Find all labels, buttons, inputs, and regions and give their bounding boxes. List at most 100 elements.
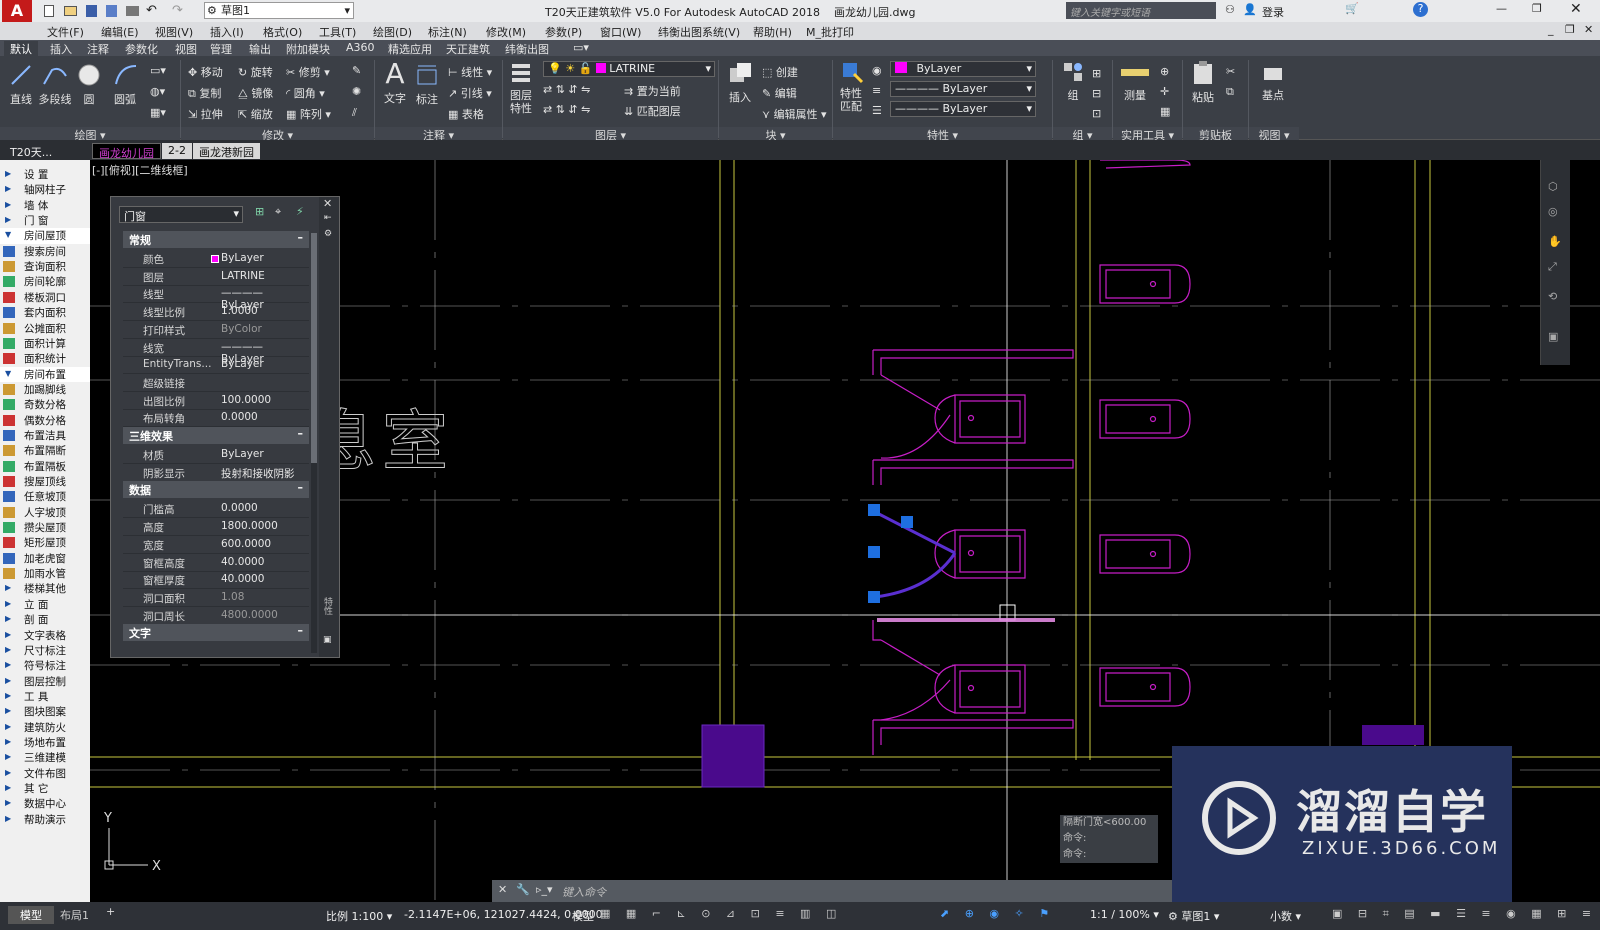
tab-output[interactable]: 输出 — [249, 41, 271, 57]
tab-view[interactable]: 视图 — [175, 41, 197, 57]
create-block-button[interactable]: ⬚ 创建 — [762, 64, 798, 80]
property-row[interactable]: 线型比例 1.0000 — [123, 303, 309, 322]
showmotion-icon[interactable]: ▣ — [1548, 330, 1558, 343]
zoom-icon[interactable]: ⤢ — [1548, 260, 1557, 274]
close-icon[interactable]: ✕ — [498, 883, 507, 896]
status-tools[interactable]: ▣ ⊟ ⌗ ▤ ▬ ☰ ≡ ◉ ▦ ⊞ ≡ — [1332, 907, 1597, 921]
scroll-thumb[interactable] — [311, 233, 317, 463]
grip-handle[interactable] — [901, 516, 913, 528]
screen-menu-item[interactable]: 布置洁具 — [0, 428, 90, 444]
line-button[interactable]: 直线 — [8, 62, 34, 107]
screen-menu-item[interactable]: 布置隔断 — [0, 443, 90, 459]
explode-icon[interactable]: ✺ — [352, 85, 361, 98]
palette-menu-icon[interactable]: ▣ — [323, 635, 332, 645]
view-cube-icon[interactable]: ⬡ — [1548, 180, 1558, 193]
save-icon[interactable] — [86, 5, 97, 17]
screen-menu-item[interactable]: ▼ 房间布置 — [0, 366, 90, 383]
polyline-button[interactable]: 多段线 — [38, 62, 72, 107]
color-dropdown[interactable]: ByLayer ▾ — [890, 61, 1036, 77]
undo-icon[interactable]: ↶ — [146, 3, 157, 18]
group-title-view[interactable]: 视图 ▾ — [1249, 127, 1299, 142]
toggle-pickadd-icon[interactable]: ⊞ — [255, 205, 264, 218]
text-button[interactable]: A 文字 — [382, 58, 408, 106]
property-value[interactable]: ByLayer — [221, 358, 264, 370]
tab-featured[interactable]: 精选应用 — [388, 41, 432, 57]
group-title-group[interactable]: 组 ▾ — [1053, 127, 1112, 142]
property-row[interactable]: EntityTrans... ByLayer — [123, 356, 309, 375]
circle-button[interactable]: 圆 — [76, 62, 102, 107]
property-row[interactable]: 宽度 600.0000 — [123, 536, 309, 554]
model-space-toggle[interactable]: 模型 — [572, 908, 594, 924]
cut-copy-icon[interactable]: ✂ ⧉ — [1226, 62, 1235, 102]
screen-menu-item[interactable]: ▶ 门 窗 — [0, 213, 90, 229]
property-row[interactable]: 门槛高 0.0000 — [123, 500, 309, 519]
tab-default[interactable]: 默认 — [4, 41, 38, 57]
menu-item[interactable]: 修改(M) — [486, 24, 526, 40]
scale-selector[interactable]: 比例 1:100 ▾ — [326, 908, 392, 924]
screen-menu-item[interactable]: ▶ 符号标注 — [0, 658, 90, 674]
screen-menu-item[interactable]: ▶ 其 它 — [0, 781, 90, 797]
property-value[interactable]: 40.0000 — [221, 556, 264, 568]
workspace-selector[interactable]: ⚙ 草图1 ▾ — [204, 2, 354, 19]
dimension-button[interactable]: 标注 — [414, 62, 440, 107]
screen-menu-item[interactable]: ▶ 场地布置 — [0, 735, 90, 751]
screen-menu-item[interactable]: ▶ 图块图案 — [0, 704, 90, 720]
paste-button[interactable]: 粘贴 — [1190, 60, 1216, 105]
screen-menu-item[interactable]: 加雨水管 — [0, 566, 90, 582]
screen-menu-item[interactable]: 搜屋顶线 — [0, 474, 90, 490]
screen-menu-item[interactable]: 加踢脚线 — [0, 382, 90, 398]
group-title-clipboard[interactable]: 剪贴板 — [1183, 127, 1248, 142]
group-title-utilities[interactable]: 实用工具 ▾ — [1113, 127, 1182, 142]
menu-item[interactable]: 绘图(D) — [373, 24, 412, 40]
screen-menu-item[interactable]: ▶ 立 面 — [0, 597, 90, 613]
help-icon[interactable]: ? — [1413, 2, 1428, 17]
units-selector[interactable]: 小数 ▾ — [1270, 908, 1301, 924]
layer-tools2-icon[interactable]: ⇄ ⇅ ⇵ ⇋ — [543, 103, 590, 116]
screen-menu-item[interactable]: 面积统计 — [0, 351, 90, 367]
menu-item[interactable]: 文件(F) — [47, 24, 84, 40]
doc-tab[interactable]: 画龙港新园 — [193, 143, 260, 159]
screen-menu-item[interactable]: 搜索房间 — [0, 244, 90, 260]
screen-menu-item[interactable]: 面积计算 — [0, 336, 90, 352]
tab-parametric[interactable]: 参数化 — [125, 41, 158, 57]
command-line[interactable]: ✕ 🔧 ▹_▾ 键入命令 — [492, 880, 1172, 902]
property-row[interactable]: 洞口面积 1.08 — [123, 589, 309, 607]
menu-item[interactable]: 工具(T) — [319, 24, 356, 40]
screen-menu-item[interactable]: 偶数分格 — [0, 413, 90, 429]
ribbon-toggle-icon[interactable]: ▭▾ — [573, 41, 589, 54]
property-row[interactable]: 布局转角 0.0000 — [123, 409, 309, 428]
group-title-draw[interactable]: 绘图 ▾ — [0, 127, 180, 142]
leader-button[interactable]: ↗ 引线 ▾ — [448, 85, 492, 101]
group-title-modify[interactable]: 修改 ▾ — [181, 127, 374, 142]
property-row[interactable]: 线型 ———— ByLayer — [123, 285, 309, 311]
pan-icon[interactable]: ✋ — [1548, 235, 1562, 248]
doc-restore-button[interactable]: ❐ — [1565, 23, 1575, 36]
erase-icon[interactable]: ✎ — [352, 64, 361, 77]
menu-item[interactable]: 编辑(E) — [101, 24, 139, 40]
quick-select-icon[interactable]: ⚡ — [296, 205, 304, 218]
wrench-icon[interactable]: 🔧 — [516, 883, 530, 896]
doc-tab[interactable]: 2-2 — [162, 143, 192, 159]
close-icon[interactable]: ✕ — [323, 197, 332, 210]
group-title-layer[interactable]: 图层 ▾ — [503, 127, 718, 142]
property-value[interactable]: 600.0000 — [221, 538, 271, 550]
screen-menu-item[interactable]: ▶ 图层控制 — [0, 674, 90, 690]
grip-handle[interactable] — [868, 546, 880, 558]
select-objects-icon[interactable]: ⌖ — [275, 205, 281, 219]
menu-item[interactable]: 帮助(H) — [753, 24, 792, 40]
property-value[interactable]: 100.0000 — [221, 394, 271, 406]
annotation-scale[interactable]: 1:1 / 100% ▾ — [1090, 908, 1159, 921]
screen-menu-item[interactable]: ▶ 剖 面 — [0, 612, 90, 628]
layout-tab[interactable]: 布局1 — [60, 907, 89, 923]
login-link[interactable]: 登录 — [1262, 4, 1284, 20]
property-row[interactable]: 超级链接 — [123, 374, 309, 392]
group-title-block[interactable]: 块 ▾ — [719, 127, 832, 142]
stretch-button[interactable]: ⇲ 拉伸 — [188, 106, 223, 122]
screen-menu-item[interactable]: 奇数分格 — [0, 397, 90, 413]
group-title-properties[interactable]: 特性 ▾ — [833, 127, 1052, 142]
lineweight-dropdown[interactable]: ———— ByLayer ▾ — [890, 101, 1036, 117]
tab-tangent[interactable]: 天正建筑 — [446, 41, 490, 57]
base-point-button[interactable]: 基点 — [1258, 60, 1288, 103]
screen-menu-item[interactable]: ▶ 建筑防火 — [0, 720, 90, 736]
osnap-toggles[interactable]: ⬈ ⊕ ◉ ✧ ⚑ — [940, 907, 1055, 920]
